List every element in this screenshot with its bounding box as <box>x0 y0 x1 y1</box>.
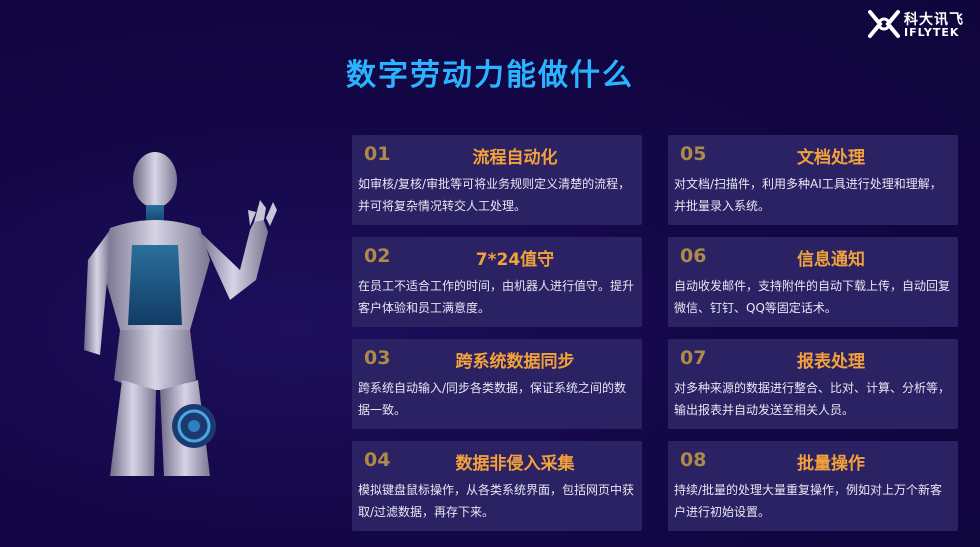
iflytek-logo: 科大讯飞 IFLYTEK <box>866 8 972 40</box>
card-text: 跨系统自动输入/同步各类数据，保证系统之间的数据一致。 <box>358 381 627 417</box>
card-title: 7*24值守 <box>475 250 555 270</box>
card-text: 自动收发邮件，支持附件的自动下载上传，自动回复微信、钉钉、QQ等固定话术。 <box>674 279 951 315</box>
card-title: 流程自动化 <box>472 148 558 168</box>
feature-card-02: 02 7*24值守 在员工不适合工作的时间，由机器人进行值守。提升客户体验和员工… <box>352 237 642 327</box>
feature-card-01: 01 流程自动化 如审核/复核/审批等可将业务规则定义清楚的流程，并可将复杂情况… <box>352 135 642 225</box>
card-number: 05 <box>680 143 707 165</box>
card-text: 模拟键盘鼠标操作，从各类系统界面，包括网页中获取/过滤数据，再存下来。 <box>358 483 635 519</box>
card-text: 在员工不适合工作的时间，由机器人进行值守。提升客户体验和员工满意度。 <box>358 279 635 315</box>
card-number: 02 <box>364 245 391 267</box>
iflytek-logo-icon <box>868 10 900 38</box>
card-number: 01 <box>364 143 391 165</box>
card-title: 报表处理 <box>797 352 865 372</box>
card-title: 数据非侵入采集 <box>455 454 575 474</box>
feature-card-06: 06 信息通知 自动收发邮件，支持附件的自动下载上传，自动回复微信、钉钉、QQ等… <box>668 237 958 327</box>
humanoid-robot-image <box>84 152 277 476</box>
card-title: 跨系统数据同步 <box>455 352 575 372</box>
feature-card-03: 03 跨系统数据同步 跨系统自动输入/同步各类数据，保证系统之间的数据一致。 <box>352 339 642 429</box>
feature-card-07: 07 报表处理 对多种来源的数据进行整合、比对、计算、分析等，输出报表并自动发送… <box>668 339 958 429</box>
card-text: 对多种来源的数据进行整合、比对、计算、分析等，输出报表并自动发送至相关人员。 <box>674 381 951 417</box>
card-title: 文档处理 <box>797 148 865 168</box>
card-number: 07 <box>680 347 707 369</box>
logo-text-en: IFLYTEK <box>904 26 960 39</box>
card-title: 信息通知 <box>797 250 865 270</box>
card-text: 持续/批量的处理大量重复操作，例如对上万个新客户进行初始设置。 <box>674 483 943 519</box>
card-number: 03 <box>364 347 391 369</box>
card-text: 对文档/扫描件，利用多种AI工具进行处理和理解，并批量录入系统。 <box>674 177 942 213</box>
card-title: 批量操作 <box>797 454 865 474</box>
page-title: 数字劳动力能做什么 <box>346 58 634 93</box>
card-number: 08 <box>680 449 707 471</box>
feature-card-04: 04 数据非侵入采集 模拟键盘鼠标操作，从各类系统界面，包括网页中获取/过滤数据… <box>352 441 642 531</box>
card-number: 06 <box>680 245 707 267</box>
card-number: 04 <box>364 449 391 471</box>
feature-card-05: 05 文档处理 对文档/扫描件，利用多种AI工具进行处理和理解，并批量录入系统。 <box>668 135 958 225</box>
card-text: 如审核/复核/审批等可将业务规则定义清楚的流程，并可将复杂情况转交人工处理。 <box>358 177 631 213</box>
feature-card-08: 08 批量操作 持续/批量的处理大量重复操作，例如对上万个新客户进行初始设置。 <box>668 441 958 531</box>
